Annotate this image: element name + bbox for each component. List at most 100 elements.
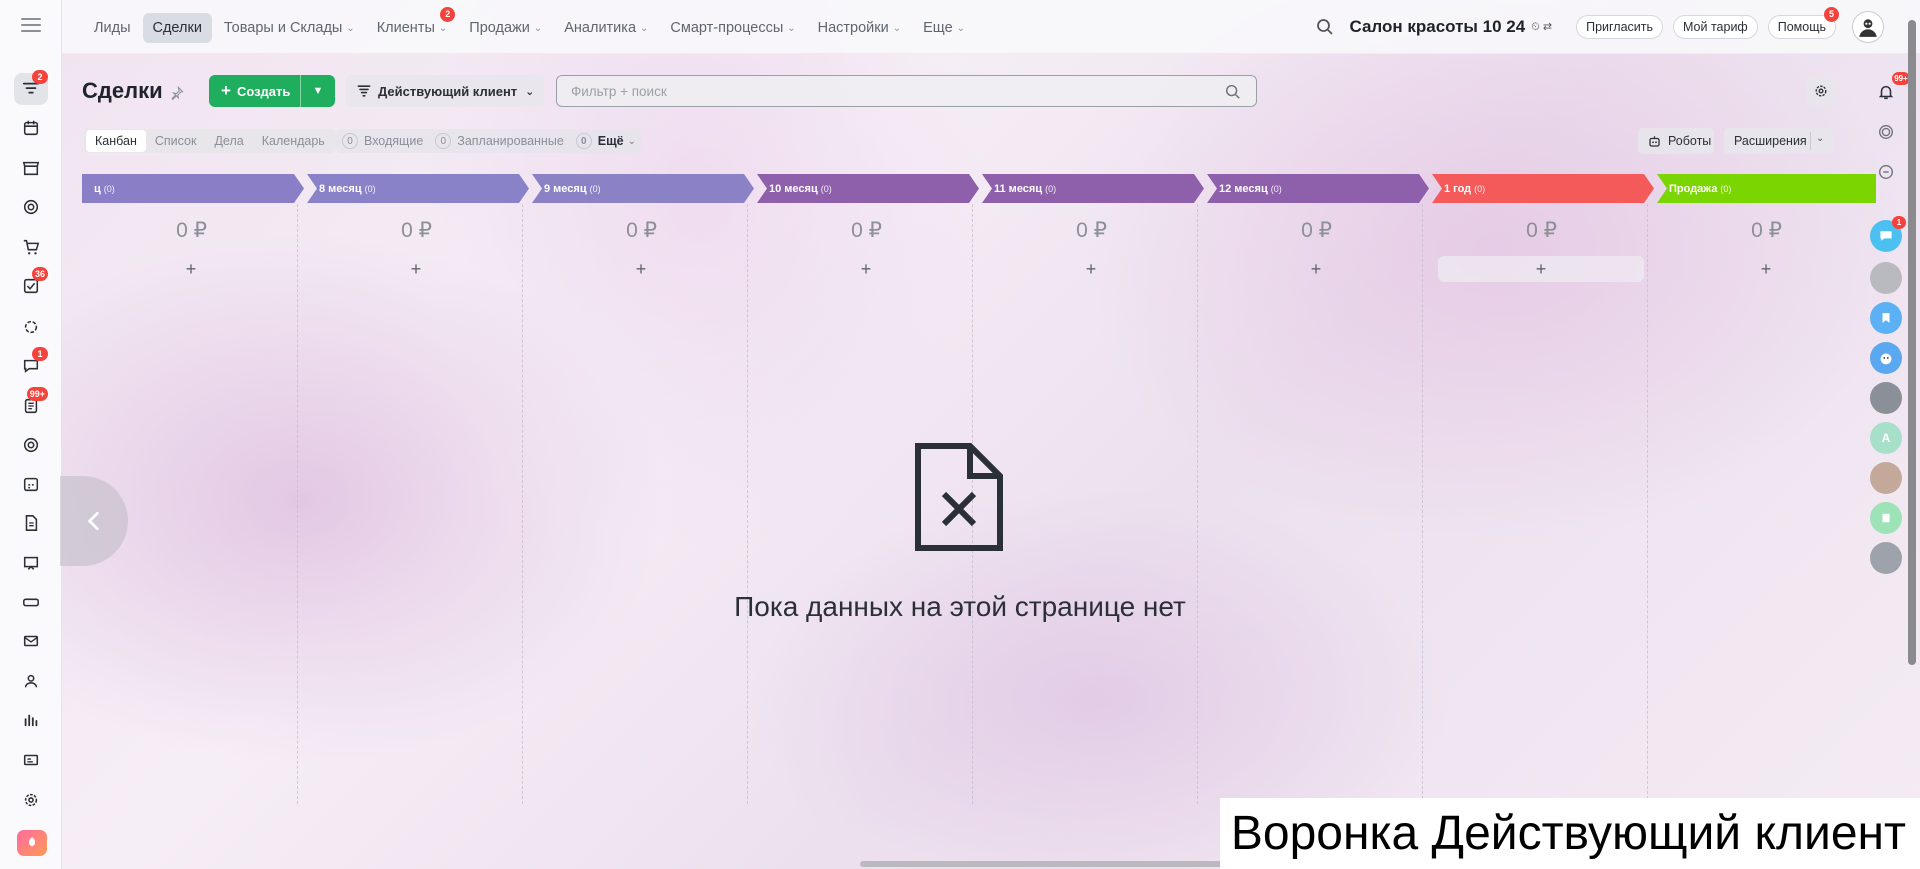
stage-count: (0) xyxy=(1270,183,1282,194)
top-bar: Лиды Сделки Товары и Склады ⌄ Клиенты ⌄ 2 Прода… xyxy=(62,0,1920,54)
sidebar-item-employees[interactable] xyxy=(14,665,48,697)
add-deal-button[interactable]: + xyxy=(88,256,294,282)
add-deal-button[interactable]: + xyxy=(1438,256,1644,282)
kanban-column: 8 месяц (0) 0 ₽ + xyxy=(307,174,529,814)
sidebar-item-calendar[interactable] xyxy=(14,112,48,144)
add-deal-button[interactable]: + xyxy=(988,256,1194,282)
counter-item[interactable]: 0 Ещё ⌄ xyxy=(575,133,636,149)
nav-item[interactable]: Настройки ⌄ xyxy=(808,13,912,43)
sidebar-item-support[interactable] xyxy=(14,429,48,461)
stage-sum: 0 ₽ xyxy=(401,219,432,242)
nav-item[interactable]: Смарт-процессы ⌄ xyxy=(660,13,805,43)
sidebar-item-automation[interactable] xyxy=(14,311,48,343)
sidebar-item-drive[interactable] xyxy=(14,586,48,618)
sidebar-item-mail[interactable] xyxy=(14,625,48,657)
menu-burger-icon[interactable] xyxy=(21,18,41,34)
sidebar-item-goals[interactable] xyxy=(14,191,48,223)
stage-sum: 0 ₽ xyxy=(1301,219,1332,242)
avatar-icon xyxy=(1859,19,1877,37)
sidebar-item-tasks[interactable]: 36 xyxy=(14,267,48,302)
stage-header[interactable]: 8 месяц (0) xyxy=(307,174,529,203)
nav-item[interactable]: Лиды xyxy=(84,13,141,43)
counter-item[interactable]: 0 Запланированные xyxy=(435,133,564,149)
presentation-icon xyxy=(23,556,39,570)
tariff-button[interactable]: Мой тариф xyxy=(1673,15,1758,39)
nav-badge: 2 xyxy=(440,7,456,22)
create-button-main[interactable]: + Создать xyxy=(209,75,301,107)
settings-button[interactable] xyxy=(1806,77,1836,105)
funnel-label: Действующий клиент xyxy=(378,83,518,99)
stage-header[interactable]: 11 месяц (0) xyxy=(982,174,1204,203)
sidebar-item-booking[interactable] xyxy=(14,468,48,500)
kanban-column: 1 год (0) 0 ₽ + xyxy=(1432,174,1654,814)
stage-count: (0) xyxy=(589,183,601,194)
help-label: Помощь xyxy=(1777,20,1826,34)
stage-header[interactable]: ц (0) xyxy=(82,174,304,203)
add-deal-button[interactable]: + xyxy=(1213,256,1419,282)
add-deal-button[interactable]: + xyxy=(313,256,519,282)
stage-count: (0) xyxy=(364,183,376,194)
sidebar-item-settings[interactable] xyxy=(14,784,48,816)
chevron-down-icon: ⌄ xyxy=(640,22,649,34)
search-icon[interactable] xyxy=(1224,83,1242,101)
sidebar-item-documents[interactable] xyxy=(14,507,48,539)
notifications-bell[interactable]: 99+ xyxy=(1870,72,1910,108)
stage-header[interactable]: 1 год (0) xyxy=(1432,174,1654,203)
view-tab[interactable]: Дела xyxy=(205,130,252,152)
column-divider xyxy=(1647,204,1648,804)
nav-item-label: Смарт-процессы xyxy=(670,20,784,36)
stage-header[interactable]: 12 месяц (0) xyxy=(1207,174,1429,203)
mail-icon xyxy=(23,635,39,647)
create-button[interactable]: + Создать ▼ xyxy=(209,75,335,107)
nav-item-label: Лиды xyxy=(94,20,131,36)
filter-search[interactable] xyxy=(556,75,1257,107)
view-tab[interactable]: Календарь xyxy=(253,130,334,152)
nav-item[interactable]: Товары и Склады ⌄ xyxy=(214,13,365,43)
column-divider xyxy=(297,204,298,804)
sidebar-item-store[interactable] xyxy=(14,152,48,184)
sidebar-item-crm-funnel[interactable]: 2 xyxy=(14,70,48,105)
rocket-icon[interactable] xyxy=(17,830,47,856)
nav-item[interactable]: Аналитика ⌄ xyxy=(554,13,658,43)
view-tab[interactable]: Канбан xyxy=(86,130,146,152)
stage-count: (0) xyxy=(1045,183,1057,194)
copilot-button[interactable] xyxy=(1870,116,1902,148)
clock-settings-icon[interactable]: ⏲ ⇄ xyxy=(1531,20,1552,34)
note-icon xyxy=(1882,513,1890,523)
chevron-down-icon[interactable]: ▼ xyxy=(301,85,335,97)
sidebar-item-sites[interactable] xyxy=(14,744,48,776)
pin-icon[interactable] xyxy=(170,86,184,100)
sidebar-item-shop[interactable] xyxy=(14,231,48,263)
column-divider xyxy=(1422,204,1423,804)
add-deal-button[interactable]: + xyxy=(1663,256,1869,282)
search-icon[interactable] xyxy=(1315,17,1335,37)
nav-item[interactable]: Еще ⌄ xyxy=(913,13,975,43)
company-name[interactable]: Салон красоты 10 24 xyxy=(1349,17,1525,37)
sidebar-item-video[interactable] xyxy=(14,547,48,579)
chevron-down-icon: ⌄ xyxy=(438,22,448,34)
stage-header[interactable]: 9 месяц (0) xyxy=(532,174,754,203)
chevron-down-icon[interactable]: ⌄ xyxy=(1816,133,1824,144)
stage-sum: 0 ₽ xyxy=(1076,219,1107,242)
nav-item[interactable]: Продажи ⌄ xyxy=(459,13,552,43)
sidebar-item-feed[interactable]: 99+ xyxy=(14,387,48,422)
extensions-button[interactable]: Расширения ⌄ xyxy=(1724,128,1834,154)
search-input[interactable] xyxy=(571,83,1211,99)
add-deal-button[interactable]: + xyxy=(763,256,969,282)
robots-button[interactable]: Роботы xyxy=(1638,128,1714,154)
sidebar-item-chat[interactable]: 1 xyxy=(14,347,48,382)
counter-item[interactable]: 0 Входящие xyxy=(342,133,423,149)
nav-item[interactable]: Клиенты ⌄ 2 xyxy=(367,7,458,43)
sidebar-item-analytics[interactable] xyxy=(14,704,48,736)
stage-header[interactable]: 10 месяц (0) xyxy=(757,174,979,203)
vertical-scrollbar[interactable] xyxy=(1908,20,1916,665)
user-avatar[interactable] xyxy=(1852,11,1884,43)
stage-header[interactable]: Продажа (0) xyxy=(1657,174,1876,203)
help-button[interactable]: Помощь 5 xyxy=(1767,7,1839,39)
funnel-selector[interactable]: Действующий клиент ⌄ xyxy=(346,75,544,107)
invite-button[interactable]: Пригласить xyxy=(1576,15,1663,39)
view-tab[interactable]: Список xyxy=(146,130,206,152)
add-deal-button[interactable]: + xyxy=(538,256,744,282)
view-tabs: Канбан Список Дела Календарь xyxy=(84,129,336,153)
nav-item[interactable]: Сделки xyxy=(142,13,212,43)
